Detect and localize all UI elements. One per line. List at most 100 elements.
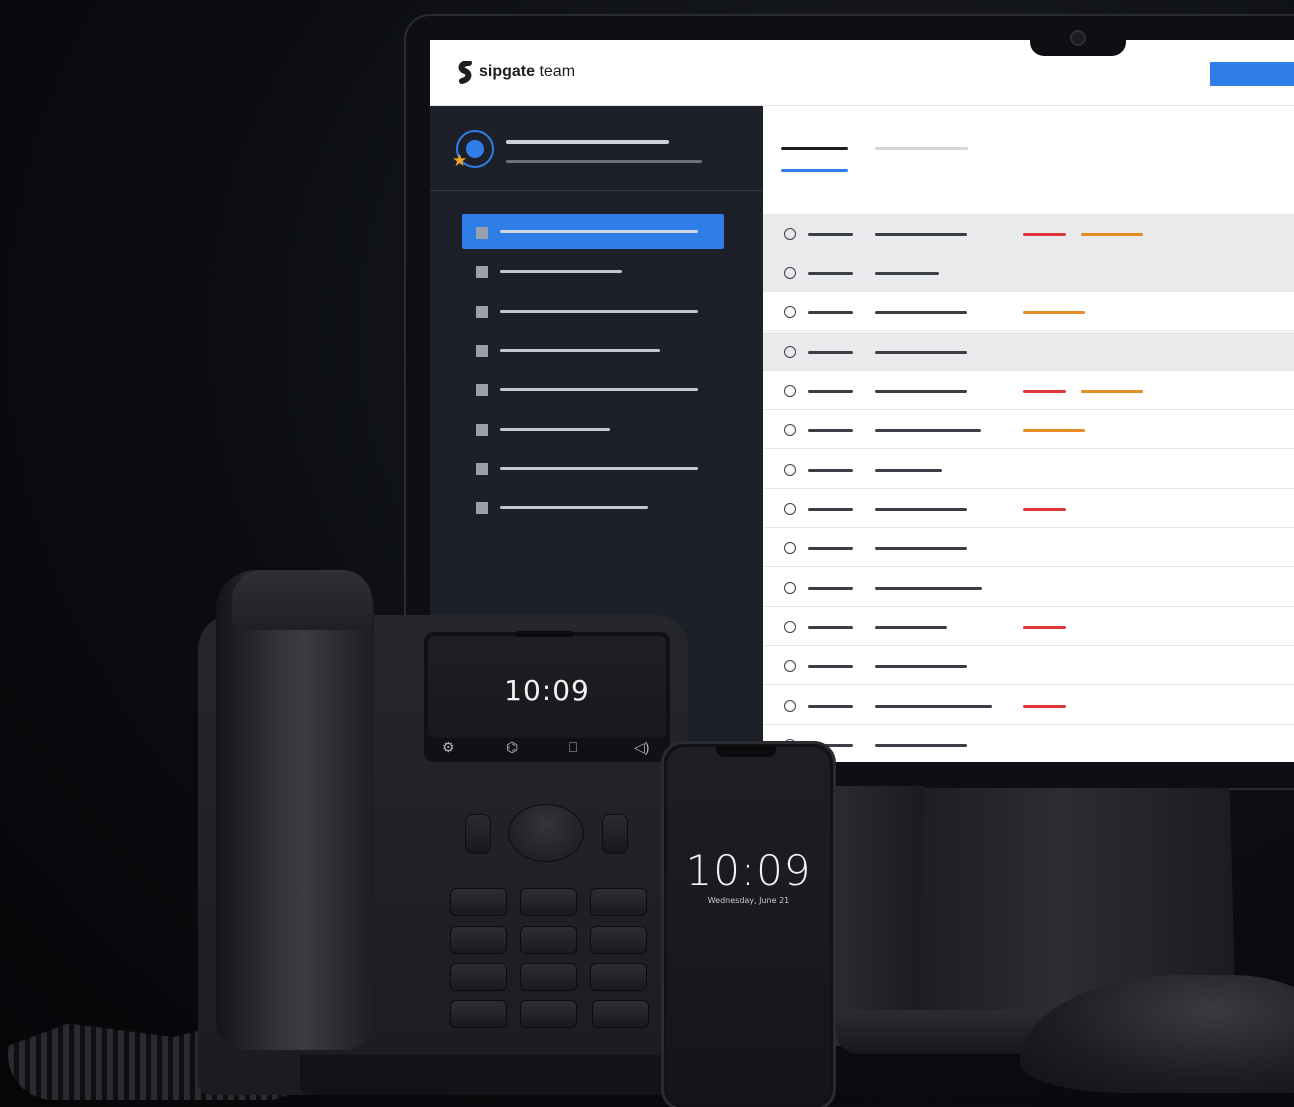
- right-soft-button[interactable]: [602, 814, 628, 854]
- row-cell: [808, 351, 853, 354]
- row-cell: [875, 626, 947, 629]
- row-checkbox[interactable]: [784, 385, 796, 397]
- list-row[interactable]: [763, 489, 1294, 528]
- sidebar-item-icon: [476, 345, 488, 357]
- voicemail-icon[interactable]: ⌬: [506, 740, 518, 754]
- sidebar-item-7[interactable]: [500, 467, 698, 470]
- list-row[interactable]: [763, 528, 1294, 567]
- row-cell: [808, 705, 853, 708]
- row-checkbox[interactable]: [784, 228, 796, 240]
- row-checkbox[interactable]: [784, 542, 796, 554]
- desk-phone-front: [300, 1055, 680, 1095]
- row-cell: [875, 508, 967, 511]
- keypad-key-3[interactable]: [590, 888, 647, 916]
- keypad-key-9[interactable]: [590, 963, 647, 991]
- row-cell: [808, 665, 853, 668]
- row-checkbox[interactable]: [784, 660, 796, 672]
- avatar-dot: [466, 140, 484, 158]
- profile-subtitle-placeholder: [506, 160, 702, 163]
- primary-action-button[interactable]: [1210, 62, 1294, 86]
- sipgate-logo-icon: [458, 61, 472, 84]
- sidebar-item-8[interactable]: [500, 506, 648, 509]
- row-cell: [875, 744, 967, 747]
- phone-handset-earpiece: [232, 570, 372, 630]
- keypad-key-0[interactable]: [520, 1000, 577, 1028]
- keypad-key-1[interactable]: [450, 888, 507, 916]
- smartphone-time: 10:09: [685, 846, 812, 895]
- logo-bold: sipgate: [479, 63, 536, 80]
- sidebar-item-icon: [476, 463, 488, 475]
- row-cell: [808, 311, 853, 314]
- list-row[interactable]: [763, 725, 1294, 762]
- sidebar-item-3[interactable]: [500, 310, 698, 313]
- keypad-key-8[interactable]: [520, 963, 577, 991]
- row-cell: [875, 469, 942, 472]
- tab-inactive[interactable]: [875, 147, 968, 150]
- tab-indicator: [781, 169, 848, 172]
- row-cell: [808, 429, 853, 432]
- list-row[interactable]: [763, 686, 1294, 725]
- sidebar-item-icon: [476, 384, 488, 396]
- keypad-key-7[interactable]: [450, 963, 507, 991]
- row-checkbox[interactable]: [784, 346, 796, 358]
- list-row[interactable]: [763, 568, 1294, 607]
- row-checkbox[interactable]: [784, 306, 796, 318]
- keypad-key-6[interactable]: [590, 926, 647, 954]
- row-checkbox[interactable]: [784, 621, 796, 633]
- left-soft-button[interactable]: [465, 814, 491, 854]
- row-tag-red: [1023, 508, 1066, 511]
- keypad-key-hash[interactable]: [592, 1000, 649, 1028]
- row-cell: [875, 705, 992, 708]
- keypad-key-2[interactable]: [520, 888, 577, 916]
- tab-active[interactable]: [781, 147, 848, 150]
- desk-phone-time: 10:09: [504, 674, 590, 707]
- navigation-pad[interactable]: [508, 804, 584, 862]
- row-tag-orange: [1081, 233, 1143, 236]
- list-row[interactable]: [763, 292, 1294, 331]
- app-topbar: sipgate team: [430, 40, 1294, 106]
- profile-name-placeholder: [506, 140, 669, 144]
- sidebar-item-5[interactable]: [500, 388, 698, 391]
- list-row[interactable]: [763, 371, 1294, 410]
- row-cell: [875, 311, 967, 314]
- row-tag-red: [1023, 233, 1066, 236]
- sidebar-item-2[interactable]: [500, 270, 622, 273]
- phonebook-icon[interactable]: ⎕: [569, 740, 577, 754]
- row-checkbox[interactable]: [784, 464, 796, 476]
- list-row[interactable]: [763, 332, 1294, 371]
- keypad-key-4[interactable]: [450, 926, 507, 954]
- webcam-icon: [1070, 30, 1086, 46]
- row-checkbox[interactable]: [784, 503, 796, 515]
- settings-icon[interactable]: ⚙: [442, 740, 455, 754]
- app-logo-text[interactable]: sipgate team: [479, 63, 575, 81]
- row-checkbox[interactable]: [784, 582, 796, 594]
- phone-handset[interactable]: [216, 570, 374, 1050]
- smartphone-date: Wednesday, June 21: [707, 896, 790, 905]
- smartphone-screen[interactable]: [667, 747, 830, 1105]
- sidebar-item-icon: [476, 502, 488, 514]
- row-checkbox[interactable]: [784, 424, 796, 436]
- sidebar-item-4[interactable]: [500, 349, 660, 352]
- list-row[interactable]: [763, 646, 1294, 685]
- row-cell: [875, 429, 981, 432]
- row-cell: [875, 587, 982, 590]
- sidebar-item-6[interactable]: [500, 428, 610, 431]
- list-row[interactable]: [763, 214, 1294, 253]
- list-row[interactable]: [763, 607, 1294, 646]
- sidebar-item-icon: [476, 227, 488, 239]
- speaker-icon[interactable]: ◁): [634, 740, 649, 754]
- row-cell: [808, 233, 853, 236]
- row-checkbox[interactable]: [784, 700, 796, 712]
- main-content: [763, 106, 1294, 762]
- row-cell: [808, 626, 853, 629]
- keypad-key-5[interactable]: [520, 926, 577, 954]
- row-cell: [875, 233, 967, 236]
- row-checkbox[interactable]: [784, 267, 796, 279]
- keypad-key-star[interactable]: [450, 1000, 507, 1028]
- list-row[interactable]: [763, 450, 1294, 489]
- star-icon: ★: [452, 151, 468, 170]
- row-cell: [808, 390, 853, 393]
- row-cell: [808, 508, 853, 511]
- list-row[interactable]: [763, 253, 1294, 292]
- list-row[interactable]: [763, 410, 1294, 449]
